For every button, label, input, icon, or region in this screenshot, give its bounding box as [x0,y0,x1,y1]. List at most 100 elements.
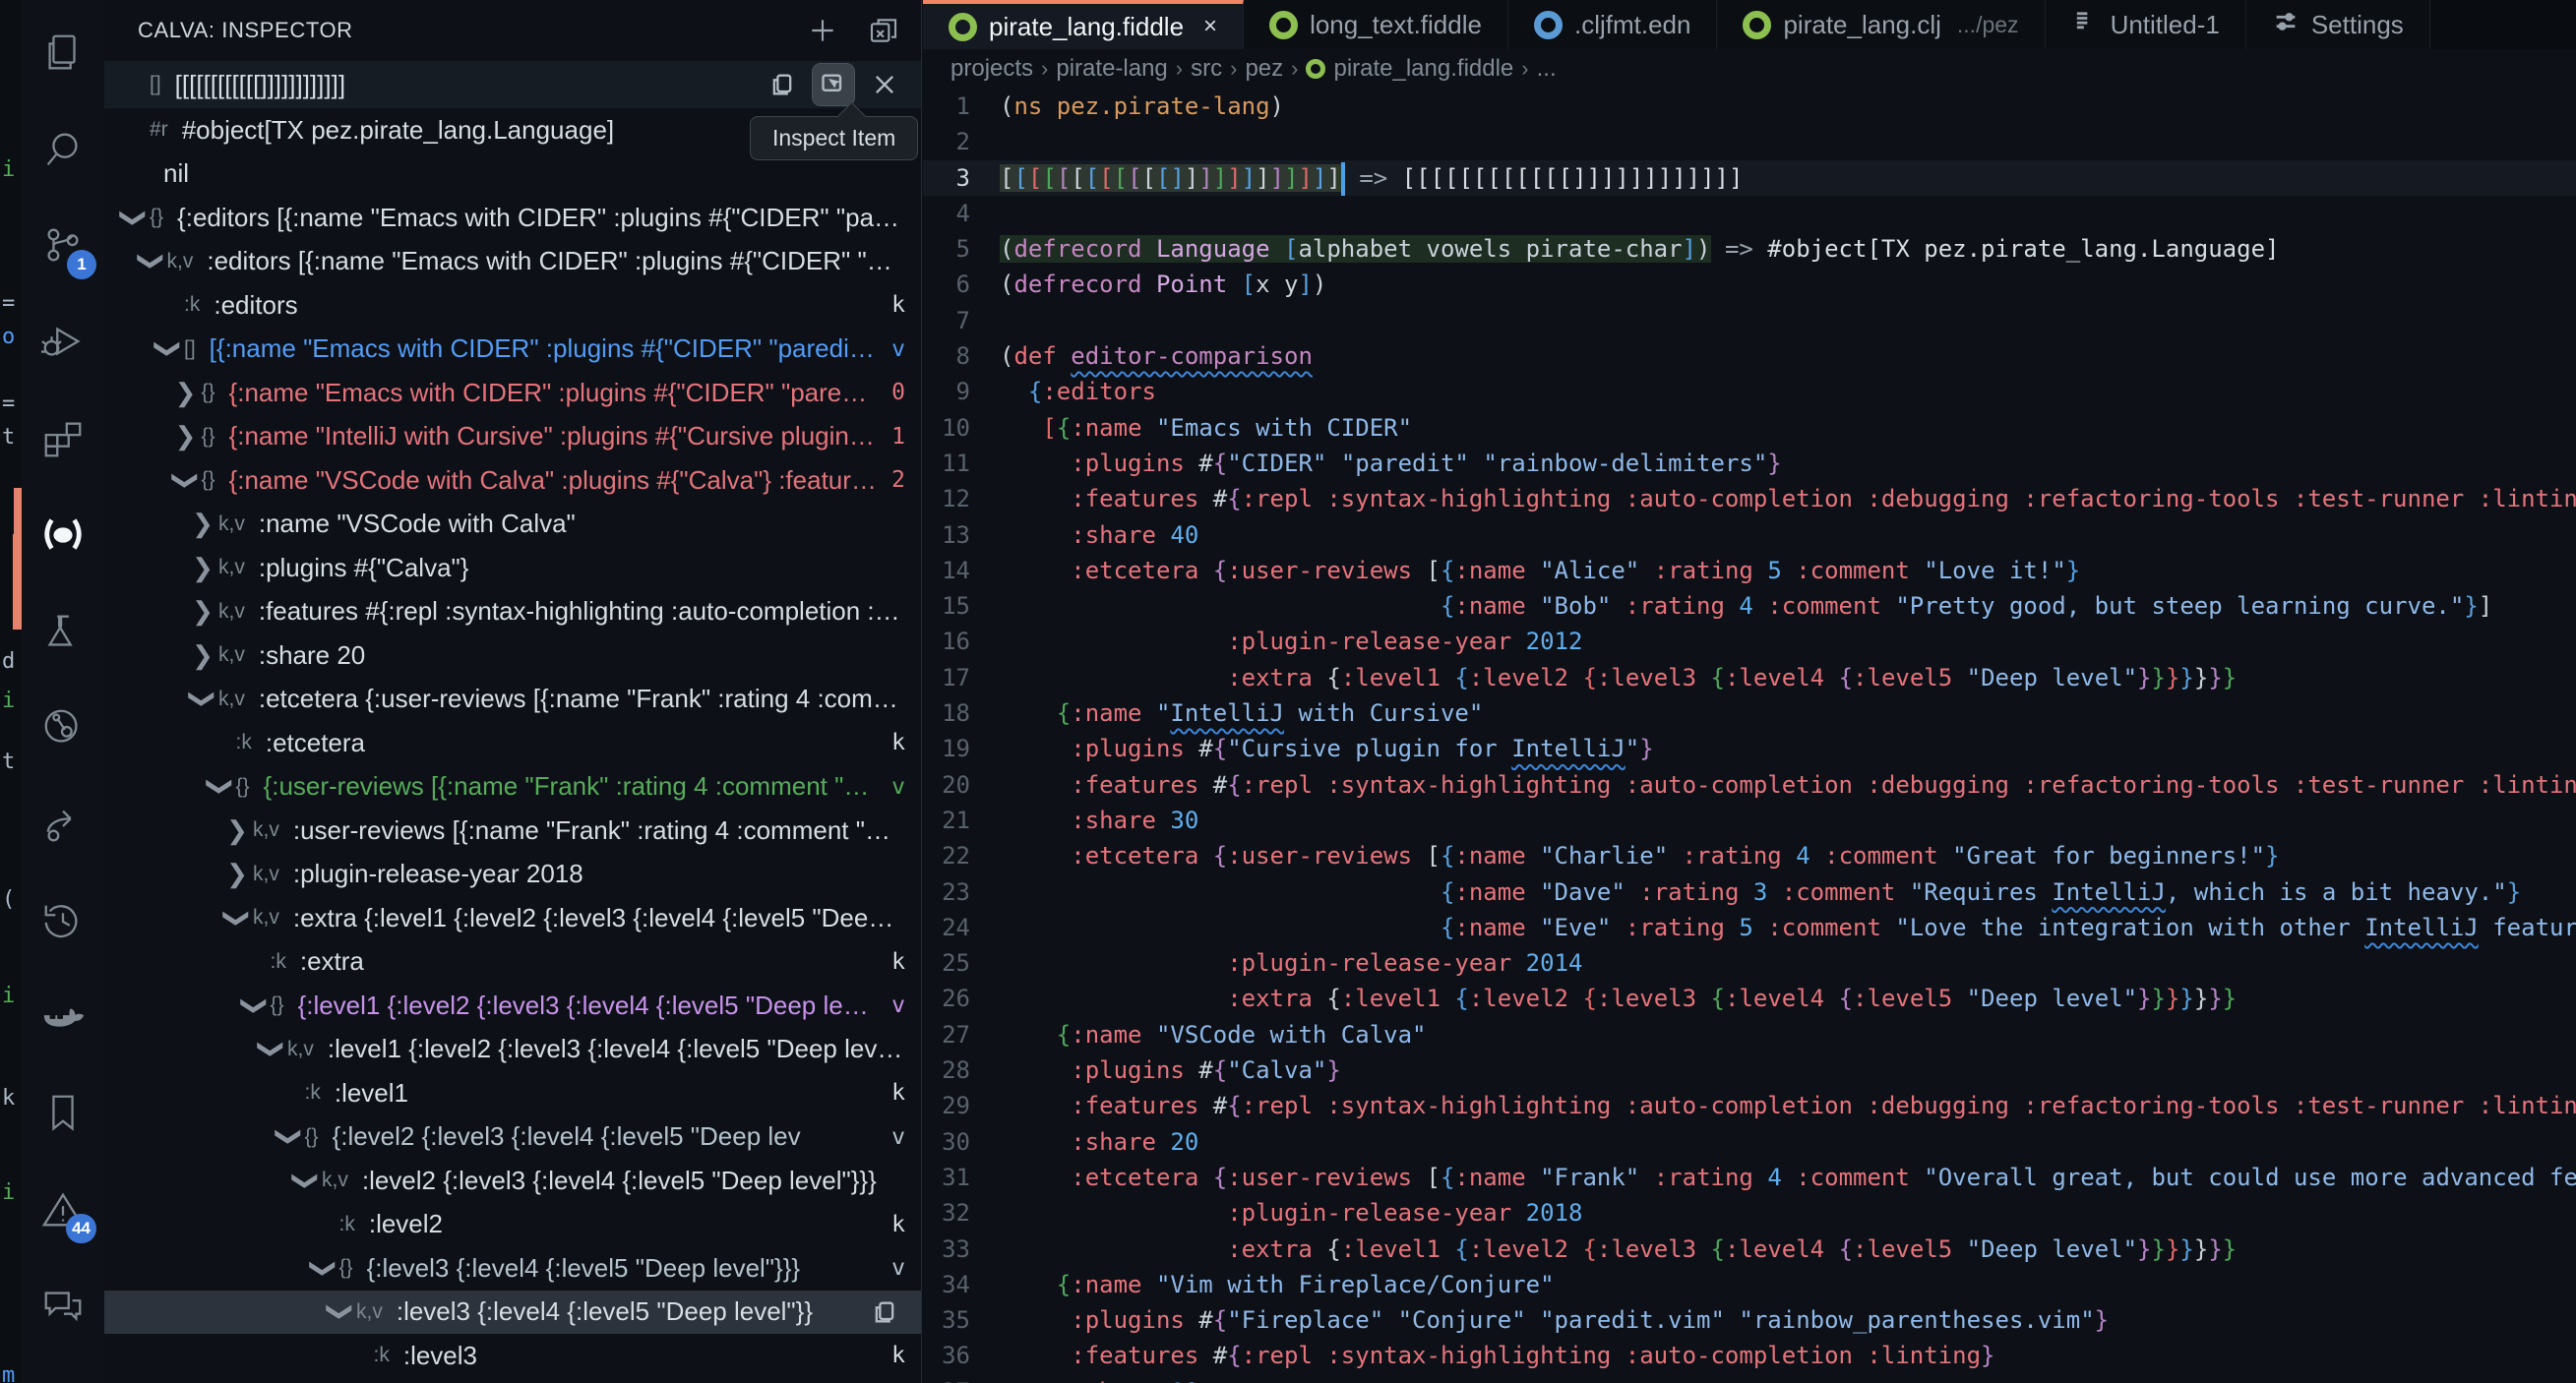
breadcrumb-symbol-trail[interactable]: ... [1537,55,1557,83]
tree-row[interactable]: ❯ k,v:plugin-release-year 2018 [104,853,921,897]
copy-icon[interactable] [864,1292,905,1333]
tree-row[interactable]: ❯{} {:level3 {:level4 {:level5 "Deep leve… [104,1246,921,1291]
tree-row[interactable]: [] [[[[[[[[[[[[]]]]]]]]]]]] [104,61,921,108]
tree-row[interactable]: ❯ k,v:plugins #{"Calva"} [104,546,921,590]
tab-pirate_lang.fiddle[interactable]: pirate_lang.fiddle × [923,0,1245,49]
chevron-expanded-icon[interactable]: ❯ [170,464,201,496]
search-icon[interactable] [22,104,104,195]
tree-row[interactable]: ❯ k,v:share 20 [104,633,921,678]
tree-row[interactable]: :k:level2 k [104,1203,921,1247]
breadcrumb-item[interactable]: src [1191,55,1222,83]
breadcrumb[interactable]: projects › pirate-lang › src › pez › pirate_lang… [923,49,2576,89]
gitlens-icon[interactable] [22,683,104,773]
tree-row[interactable]: ❯ k,v:level1 {:level2 {:level3 {:level4 {… [104,1028,921,1072]
tab-pirate_lang.clj[interactable]: pirate_lang.clj .../pez [1717,0,2046,49]
tree-row[interactable]: :k:level3 k [104,1334,921,1378]
code-token: } [2179,663,2194,692]
comments-icon[interactable] [22,1261,104,1352]
run-debug-icon[interactable] [22,297,104,388]
chevron-expanded-icon[interactable]: ❯ [308,1252,338,1284]
tree-row[interactable]: :k:etcetera k [104,721,921,765]
code-token: } [2151,663,2166,692]
tree-row-selected[interactable]: ❯ k,v:level3 {:level4 {:level5 "Deep leve… [104,1290,921,1334]
chevron-expanded-icon[interactable]: ❯ [188,684,218,715]
calva-icon[interactable] [14,487,104,583]
breadcrumb-file[interactable]: pirate_lang.fiddle [1333,55,1513,83]
chevron-expanded-icon[interactable]: ❯ [222,902,253,933]
tree-row[interactable]: ❯{} {:level1 {:level2 {:level3 {:level4 {… [104,984,921,1028]
tree-row[interactable]: :k:level1 k [104,1071,921,1115]
open-new-window-icon[interactable] [866,13,901,48]
code-token: { [1582,663,1597,692]
breadcrumb-item[interactable]: projects [951,55,1033,83]
tree-row[interactable]: ❯ k,v:user-reviews [{:name "Frank" :ratin… [104,809,921,853]
tab-close-icon[interactable]: × [1203,13,1217,40]
tree-row[interactable]: ❯{} {:level2 {:level3 {:level4 {:level5 "… [104,1115,921,1160]
copy-icon[interactable] [762,64,803,105]
code-editor[interactable]: 1 (ns pez.pirate-lang) 2 3[[[[[[[[[[[[]]]]]… [923,89,2576,1383]
code-token: "Eve" [1540,913,1612,941]
plus-icon[interactable] [805,13,840,48]
chevron-expanded-icon[interactable]: ❯ [274,1121,304,1153]
chevron-expanded-icon[interactable]: ❯ [291,1165,322,1196]
chevron-collapsed-icon[interactable]: ❯ [187,553,218,583]
tree-row[interactable]: ❯ k,v:editors [{:name "Emacs with CIDER" … [104,240,921,284]
tree-row[interactable]: ❯{} {:user-reviews [{:name "Frank" :ratin… [104,765,921,810]
docker-icon[interactable] [22,972,104,1062]
code-token: ] [1269,163,1285,192]
code-token: IntelliJ [1170,699,1284,728]
inspect-icon[interactable] [812,63,855,106]
files-icon[interactable] [22,8,104,98]
chevron-collapsed-icon[interactable]: ❯ [187,509,218,539]
tab-.cljfmt.edn[interactable]: .cljfmt.edn [1507,0,1718,49]
tree-row[interactable]: ❯ k,v:extra {:level1 {:level2 {:level3 {:… [104,896,921,940]
tree-row[interactable]: ❯{} {:editors [{:name "Emacs with CIDER" … [104,196,921,240]
tab-Settings[interactable]: Settings [2245,0,2430,49]
tree-row[interactable]: ❯{}{:level4 {:level5 "Deep level"}}v [104,1378,921,1383]
beaker-icon[interactable] [22,586,104,677]
code-token: features." [2492,913,2576,941]
chevron-collapsed-icon[interactable]: ❯ [221,815,253,846]
tree-row[interactable]: ❯ k,v:features #{:repl :syntax-highlighti… [104,590,921,634]
chevron-collapsed-icon[interactable]: ❯ [187,640,218,671]
warning-triangle-icon[interactable]: 44 [22,1165,104,1255]
chevron-expanded-icon[interactable]: ❯ [239,990,270,1021]
tree-row[interactable]: ❯ k,v:etcetera {:user-reviews [{:name "Fr… [104,678,921,722]
chevron-expanded-icon[interactable]: ❯ [153,333,184,365]
chevron-expanded-icon[interactable]: ❯ [205,771,235,803]
chevron-expanded-icon[interactable]: ❯ [119,202,150,233]
tree-row[interactable]: ❯ k,v:level2 {:level3 {:level4 {:level5 "… [104,1159,921,1203]
tree-row[interactable]: ❯{} {:name "Emacs with CIDER" :plugins #{… [104,371,921,415]
chevron-collapsed-icon[interactable]: ❯ [170,378,202,408]
close-icon[interactable] [864,64,905,105]
tab-Untitled-1[interactable]: Untitled-1 [2045,0,2246,49]
tab-long_text.fiddle[interactable]: long_text.fiddle [1244,0,1508,49]
tree-row[interactable]: ❯{} {:name "VSCode with Calva" :plugins #… [104,458,921,503]
breadcrumb-item[interactable]: pirate-lang [1056,55,1167,83]
chevron-collapsed-icon[interactable]: ❯ [187,596,218,627]
tree-row[interactable]: ❯[] [{:name "Emacs with CIDER" :plugins #… [104,328,921,372]
breadcrumb-item[interactable]: pez [1245,55,1283,83]
source-control-icon[interactable]: 1 [22,201,104,291]
extensions-icon[interactable] [22,393,104,484]
chevron-expanded-icon[interactable]: ❯ [326,1296,356,1328]
chevron-expanded-icon[interactable]: ❯ [257,1034,287,1065]
tree-row[interactable]: :k:editors k [104,283,921,328]
code-token: { [1440,877,1455,906]
bookmark-icon[interactable] [22,1068,104,1159]
share-icon[interactable] [22,779,104,870]
history-icon[interactable] [22,875,104,966]
chevron-collapsed-icon[interactable]: ❯ [170,421,202,451]
tree-row[interactable]: :k:extra k [104,940,921,985]
chevron-expanded-icon[interactable]: ❯ [136,246,166,277]
chevron-collapsed-icon[interactable]: ❯ [221,859,253,889]
tree-row[interactable]: ❯{} {:name "IntelliJ with Cursive" :plugi… [104,415,921,459]
tree-row[interactable]: ❯ k,v:name "VSCode with Calva" [104,503,921,547]
